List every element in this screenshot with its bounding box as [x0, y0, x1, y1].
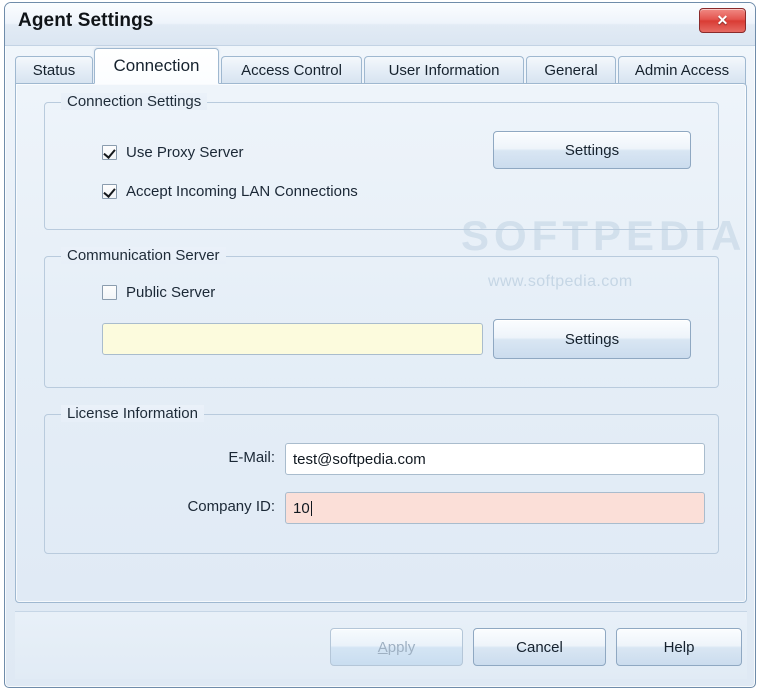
public-server-checkbox-row[interactable]: Public Server: [102, 284, 215, 301]
tab-access-control[interactable]: Access Control: [221, 56, 362, 84]
apply-button-accel: A: [377, 638, 388, 656]
tab-strip: Status Connection Access Control User In…: [15, 48, 747, 84]
communication-server-title: Communication Server: [61, 247, 226, 264]
license-information-title: License Information: [61, 405, 204, 422]
communication-server-group: Communication Server Public Server Setti…: [44, 247, 719, 388]
accept-lan-connections-checkbox-row[interactable]: Accept Incoming LAN Connections: [102, 183, 358, 200]
tab-general[interactable]: General: [526, 56, 616, 84]
cancel-button[interactable]: Cancel: [473, 628, 606, 666]
connection-settings-group: Connection Settings Use Proxy Server Acc…: [44, 93, 719, 230]
proxy-settings-button[interactable]: Settings: [493, 131, 691, 169]
company-id-label: Company ID:: [187, 498, 275, 515]
license-information-group: License Information E-Mail: test@softped…: [44, 405, 719, 554]
accept-lan-connections-checkbox[interactable]: [102, 184, 117, 199]
email-field-value: test@softpedia.com: [293, 450, 426, 468]
tab-admin-access[interactable]: Admin Access: [618, 56, 746, 84]
tab-status[interactable]: Status: [15, 56, 93, 84]
tab-connection[interactable]: Connection: [94, 48, 219, 84]
email-field[interactable]: test@softpedia.com: [285, 443, 705, 475]
agent-settings-window: Agent Settings ✕ Status Connection Acces…: [4, 2, 756, 688]
email-label: E-Mail:: [228, 449, 275, 466]
cancel-button-label: Cancel: [516, 638, 563, 656]
tab-label: General: [544, 62, 598, 79]
tab-label: User Information: [388, 62, 500, 79]
title-bar: Agent Settings ✕: [5, 3, 755, 46]
apply-button[interactable]: Apply: [330, 628, 463, 666]
connection-tab-panel: SOFTPEDIA www.softpedia.com Connection S…: [15, 83, 747, 603]
help-button[interactable]: Help: [616, 628, 742, 666]
tab-label: Admin Access: [634, 62, 730, 79]
help-button-label: Help: [663, 638, 695, 656]
close-button[interactable]: ✕: [699, 8, 746, 33]
use-proxy-server-checkbox[interactable]: [102, 145, 117, 160]
proxy-settings-button-label: Settings: [564, 141, 620, 159]
connection-settings-title: Connection Settings: [61, 93, 208, 110]
text-caret: [310, 500, 312, 516]
public-server-checkbox[interactable]: [102, 285, 117, 300]
public-server-label: Public Server: [126, 284, 216, 301]
tab-user-information[interactable]: User Information: [364, 56, 524, 84]
dialog-footer: Apply Cancel Help: [15, 611, 747, 679]
window-title: Agent Settings: [18, 10, 154, 31]
communication-server-settings-button[interactable]: Settings: [493, 319, 691, 359]
communication-server-input[interactable]: [102, 323, 483, 355]
tab-label: Access Control: [241, 62, 342, 79]
company-id-field[interactable]: 10: [285, 492, 705, 524]
apply-button-label: pply: [387, 638, 416, 656]
use-proxy-server-label: Use Proxy Server: [126, 144, 244, 161]
communication-server-settings-button-label: Settings: [564, 330, 620, 348]
close-icon: ✕: [716, 12, 729, 28]
company-id-field-value: 10: [293, 499, 310, 517]
tab-label: Status: [32, 62, 76, 79]
accept-lan-connections-label: Accept Incoming LAN Connections: [126, 183, 358, 200]
tab-label: Connection: [113, 56, 200, 75]
use-proxy-server-checkbox-row[interactable]: Use Proxy Server: [102, 144, 244, 161]
